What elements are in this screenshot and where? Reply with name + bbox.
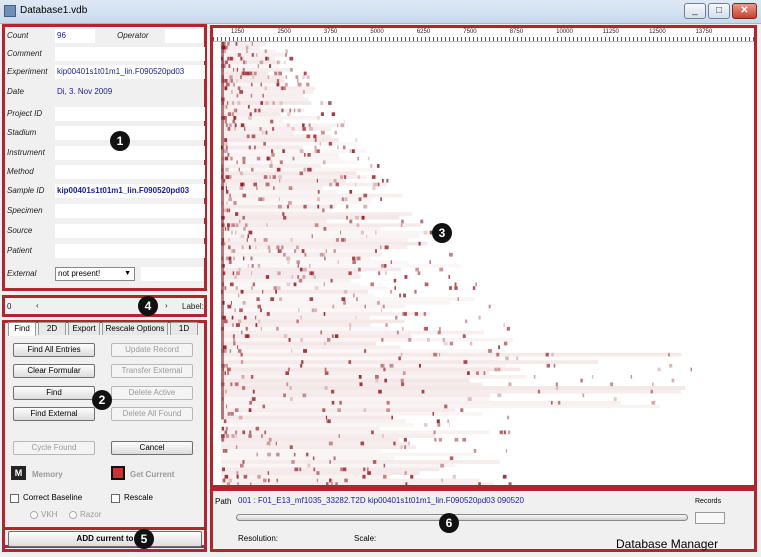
memory-icon[interactable]: M [11,466,26,480]
date-row: Date Di, 3. Nov 2009 [7,85,205,101]
records-label: Records [695,498,722,505]
source-label: Source [7,226,33,235]
operator-field[interactable] [165,29,203,43]
project-row: Project ID [7,107,205,123]
experiment-label: Experiment [7,67,48,76]
tab-rescale-options[interactable]: Rescale Options [102,322,168,335]
marker-6: 6 [439,513,459,533]
external-extra-field[interactable] [141,267,203,281]
vkh-label: VKH [41,510,58,519]
record-index: 0 [7,302,12,311]
specimen-row: Specimen [7,204,205,220]
path-label: Path [215,497,232,506]
date-label: Date [7,87,24,96]
marker-2: 2 [92,390,112,410]
marker-3: 3 [432,223,452,243]
comment-field[interactable] [55,47,205,61]
correct-baseline-label: Correct Baseline [23,493,83,502]
maximize-button[interactable]: □ [708,3,730,19]
app-name-label: Database Manager [616,537,719,551]
find-external-button[interactable]: Find External [13,407,95,421]
stadium-row: Stadium [7,126,205,142]
tab-find[interactable]: Find [8,322,36,336]
comment-row: Comment [7,47,205,63]
experiment-row: Experiment kip00401s1t01m1_lin.F090520pd… [7,65,205,81]
count-field[interactable]: 96 [55,29,95,43]
project-id-label: Project ID [7,109,43,118]
stadium-field[interactable] [55,126,205,140]
marker-5: 5 [134,529,154,549]
patient-field[interactable] [55,244,205,258]
method-row: Method [7,165,205,181]
razor-radio[interactable] [69,511,77,519]
tab-2d[interactable]: 2D [38,322,66,335]
scroll-right-icon[interactable]: › [165,301,168,310]
count-row: Count 96 Operator [7,29,203,45]
sample-row: Sample ID kip00401s1t01m1_lin.F090520pd0… [7,184,205,200]
transfer-external-button[interactable]: Transfer External [111,364,193,378]
project-id-field[interactable] [55,107,205,121]
vkh-radio[interactable] [30,511,38,519]
rescale-checkbox[interactable] [111,494,120,503]
external-select[interactable]: not present! ▼ [55,267,135,281]
razor-label: Razor [80,510,102,519]
marker-4: 4 [138,296,158,316]
scroll-left-icon[interactable]: ‹ [36,301,39,310]
specimen-field[interactable] [55,204,205,218]
external-row: External not present! ▼ [7,267,205,283]
record-slider[interactable] [236,514,688,521]
app-icon [4,5,16,17]
get-current-label: Get Current [130,470,175,479]
instrument-field[interactable] [55,146,205,160]
find-all-entries-button[interactable]: Find All Entries [13,343,95,357]
source-field[interactable] [55,224,205,238]
memory-label: Memory [32,470,63,479]
method-label: Method [7,167,34,176]
chevron-down-icon: ▼ [124,270,131,277]
records-field [695,512,725,524]
tab-export[interactable]: Export [68,322,100,335]
close-button[interactable]: ✕ [732,3,757,19]
patient-row: Patient [7,244,205,260]
cancel-button[interactable]: Cancel [111,441,193,455]
source-row: Source [7,224,205,240]
delete-all-found-button[interactable]: Delete All Found [111,407,193,421]
stadium-label: Stadium [7,128,37,137]
external-label: External [7,269,37,278]
patient-label: Patient [7,246,32,255]
instrument-label: Instrument [7,148,45,157]
instrument-row: Instrument [7,146,205,162]
title-bar: Database1.vdb _ □ ✕ [0,0,761,24]
label-text: Label: [182,302,204,311]
find-button[interactable]: Find [13,386,95,400]
tab-1d[interactable]: 1D [170,322,198,335]
add-current-button[interactable]: ADD current to [8,531,202,547]
rescale-label: Rescale [124,493,153,502]
update-record-button[interactable]: Update Record [111,343,193,357]
date-field[interactable]: Di, 3. Nov 2009 [55,85,205,99]
navigation-bar [2,295,207,317]
scale-label: Scale: [354,534,377,543]
client-area: Count 96 Operator Comment Experiment kip… [2,24,759,555]
sample-id-label: Sample ID [7,186,45,195]
comment-label: Comment [7,49,42,58]
operator-label: Operator [117,31,149,40]
resolution-label: Resolution: [238,534,279,543]
clear-formular-button[interactable]: Clear Formular [13,364,95,378]
get-current-icon[interactable] [111,466,125,480]
sample-id-field[interactable]: kip00401s1t01m1_lin.F090520pd03 [55,184,205,198]
count-label: Count [7,31,29,40]
method-field[interactable] [55,165,205,179]
cycle-found-button[interactable]: Cycle Found [13,441,95,455]
minimize-button[interactable]: _ [684,3,706,19]
delete-active-button[interactable]: Delete Active [111,386,193,400]
marker-1: 1 [110,131,130,151]
window-title: Database1.vdb [20,5,88,16]
experiment-field[interactable]: kip00401s1t01m1_lin.F090520pd03 [55,65,205,79]
heatmap-panel [210,25,757,488]
external-select-value: not present! [58,269,101,278]
correct-baseline-checkbox[interactable] [10,494,19,503]
path-field[interactable]: 001 : F01_E13_mf1035_33282.T2D kip00401s… [238,496,688,508]
specimen-label: Specimen [7,206,43,215]
